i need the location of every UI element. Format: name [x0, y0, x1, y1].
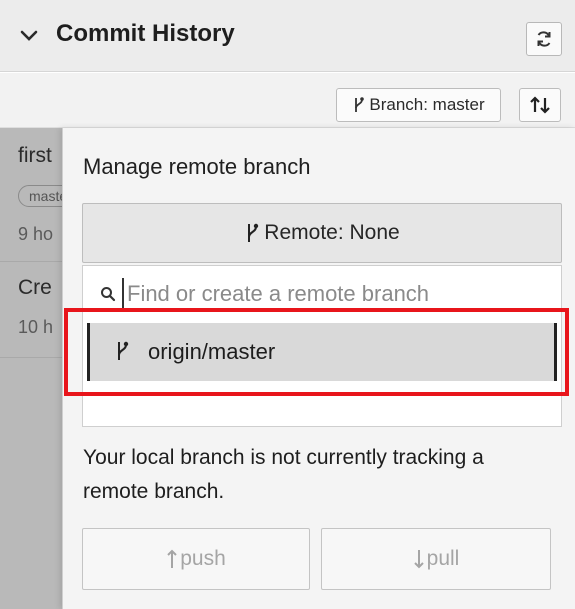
branch-selector-button[interactable]: Branch: master	[336, 88, 501, 122]
push-label: push	[180, 547, 226, 570]
refresh-icon	[537, 31, 551, 47]
search-icon	[100, 286, 116, 307]
commit-message: Cre	[18, 276, 52, 299]
commit-history-header: Commit History	[0, 0, 575, 72]
git-branch-icon	[248, 223, 259, 242]
chevron-down-icon[interactable]	[18, 26, 40, 46]
arrow-down-icon	[413, 550, 424, 569]
remote-branch-search-box: origin/master	[82, 265, 562, 427]
git-branch-icon	[355, 97, 365, 112]
commit-message: first	[18, 144, 52, 167]
remote-branch-search-input[interactable]	[122, 278, 542, 310]
refresh-button[interactable]	[526, 22, 562, 56]
sort-arrows-icon	[530, 96, 550, 114]
sort-button[interactable]	[519, 88, 561, 122]
popover-title: Manage remote branch	[83, 154, 311, 179]
remote-branch-item[interactable]: origin/master	[87, 323, 557, 381]
tracking-status-message: Your local branch is not currently track…	[83, 446, 484, 503]
history-toolbar: Branch: master	[0, 73, 575, 128]
panel-title: Commit History	[56, 20, 235, 47]
pull-label: pull	[426, 547, 460, 570]
branch-selector-label: Branch: master	[369, 95, 485, 114]
arrow-up-icon	[167, 549, 177, 568]
commit-time: 10 h	[18, 317, 54, 337]
remote-selector-button[interactable]: Remote: None	[82, 203, 562, 263]
manage-remote-popover: Manage remote branch Remote: None Find o…	[62, 128, 575, 609]
pull-button[interactable]: pull	[321, 528, 551, 590]
remote-branch-label: origin/master	[148, 339, 276, 364]
remote-selector-label: Remote: None	[264, 221, 400, 244]
commit-time: 9 ho	[18, 224, 54, 244]
push-button[interactable]: push	[82, 528, 310, 590]
git-branch-icon	[114, 340, 130, 367]
